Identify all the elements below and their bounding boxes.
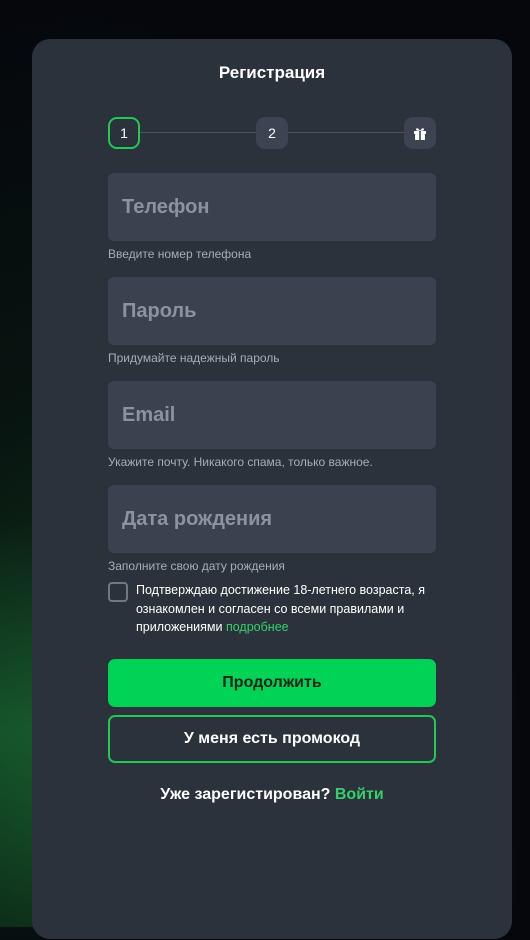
email-hint: Укажите почту. Никакого спама, только ва… — [108, 455, 373, 469]
age-consent-checkbox[interactable] — [108, 582, 128, 602]
registration-modal: Регистрация 1 2 Введите номер телефона П… — [32, 39, 512, 939]
password-hint: Придумайте надежный пароль — [108, 351, 280, 365]
phone-hint: Введите номер телефона — [108, 247, 252, 261]
promo-code-button[interactable]: У меня есть промокод — [108, 715, 436, 763]
password-field[interactable] — [108, 277, 436, 345]
step-3 — [404, 117, 436, 149]
phone-field[interactable] — [108, 173, 436, 241]
consent-text-block: Подтверждаю достижение 18-летнего возрас… — [136, 581, 441, 637]
birthdate-field[interactable] — [108, 485, 436, 553]
stepper-line-2 — [288, 132, 404, 133]
password-input[interactable] — [120, 298, 436, 324]
birthdate-hint: Заполните свою дату рождения — [108, 559, 285, 573]
stepper: 1 2 — [108, 117, 436, 149]
stepper-line-1 — [140, 132, 256, 133]
consent-details-link[interactable]: подробнее — [226, 620, 289, 634]
phone-input[interactable] — [120, 194, 436, 220]
birthdate-input[interactable] — [120, 506, 436, 532]
step-2: 2 — [256, 117, 288, 149]
step-1: 1 — [108, 117, 140, 149]
email-input[interactable] — [120, 402, 436, 428]
email-field[interactable] — [108, 381, 436, 449]
modal-title: Регистрация — [218, 63, 326, 82]
login-link[interactable]: Войти — [335, 786, 384, 803]
login-row: Уже зарегистирован? Войти — [32, 786, 512, 804]
login-prompt: Уже зарегистирован? — [160, 786, 331, 803]
continue-button[interactable]: Продолжить — [108, 659, 436, 707]
gift-icon — [414, 128, 426, 140]
